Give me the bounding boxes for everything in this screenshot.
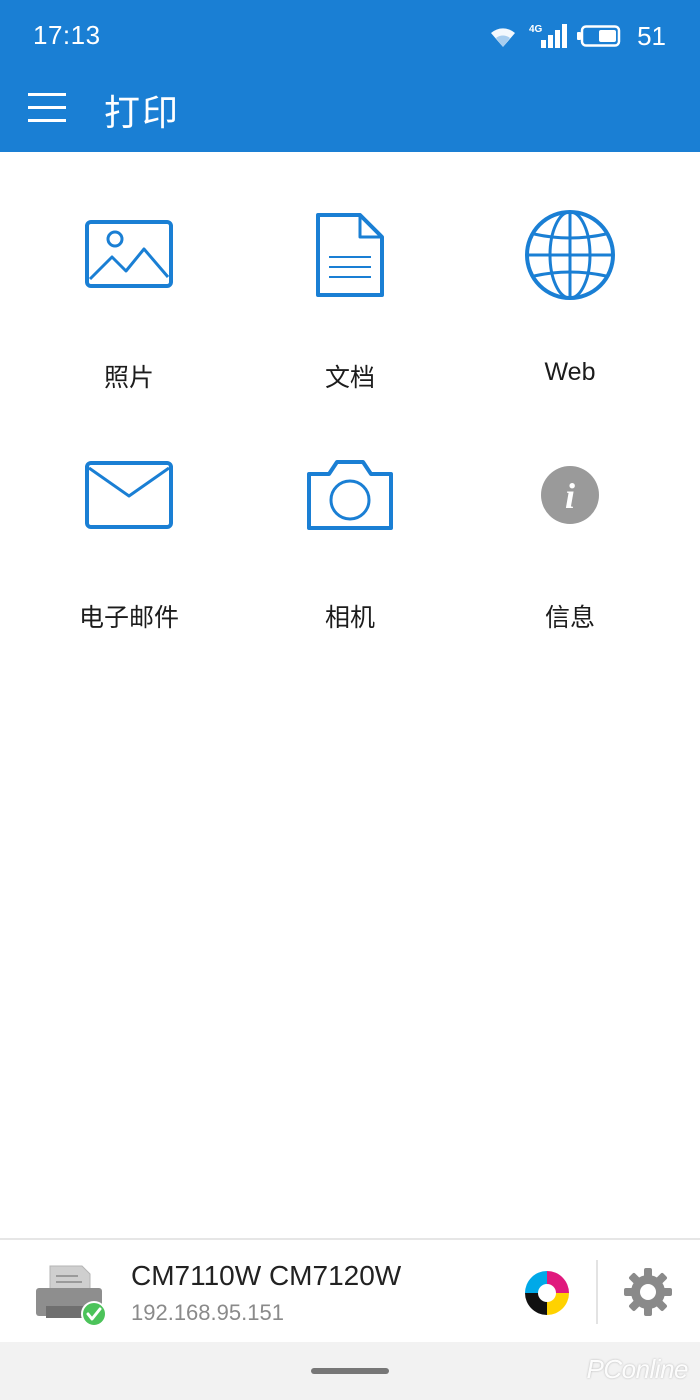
tile-label: 文档: [324, 363, 375, 392]
wifi-icon: [491, 28, 516, 47]
status-time: 17:13: [33, 20, 101, 50]
globe-icon: [525, 209, 615, 300]
cellular-signal-icon: 4G: [529, 24, 568, 48]
printer-name: CM7110W CM7120W: [131, 1260, 402, 1291]
tile-label: 电子邮件: [78, 603, 179, 632]
battery-level: 51: [637, 20, 666, 51]
battery-icon: [577, 25, 621, 47]
tile-camera[interactable]: 相机: [240, 432, 460, 652]
tile-email[interactable]: 电子邮件: [19, 432, 239, 652]
page-title: 打印: [104, 93, 181, 134]
home-indicator[interactable]: [311, 1368, 389, 1374]
app-bar: 打印: [0, 72, 700, 152]
printer-ip: 192.168.95.151: [131, 1300, 284, 1325]
camera-icon: [307, 459, 393, 530]
tile-web[interactable]: Web: [460, 192, 680, 412]
nav-bar: PConline: [0, 1342, 700, 1400]
status-icons: 4G 51: [487, 18, 666, 54]
menu-button[interactable]: [20, 80, 74, 134]
email-icon: [85, 460, 173, 529]
document-icon: [316, 212, 384, 297]
printer-bar[interactable]: CM7110W CM7120W 192.168.95.151: [0, 1238, 700, 1342]
tile-label: Web: [544, 358, 596, 386]
ink-levels-icon[interactable]: [524, 1270, 570, 1316]
gear-icon[interactable]: [622, 1266, 674, 1318]
hamburger-menu-icon: [28, 93, 66, 122]
tile-label: 信息: [544, 603, 595, 632]
printer-icon: [36, 1265, 107, 1327]
svg-text:i: i: [565, 476, 575, 516]
tile-label: 照片: [103, 363, 154, 392]
photo-icon: [85, 219, 173, 288]
tile-label: 相机: [324, 603, 375, 632]
header: 17:13 4G 51 打印: [0, 0, 700, 152]
tile-info[interactable]: i 信息: [460, 432, 680, 652]
tile-photo[interactable]: 照片: [19, 192, 239, 412]
info-icon: i: [541, 465, 599, 524]
watermark: PConline: [586, 1354, 688, 1384]
status-bar: 17:13 4G 51: [0, 0, 700, 72]
tile-document[interactable]: 文档: [240, 192, 460, 412]
status-ok-icon: [81, 1301, 107, 1327]
divider: [596, 1260, 598, 1324]
network-label: 4G: [529, 24, 543, 35]
